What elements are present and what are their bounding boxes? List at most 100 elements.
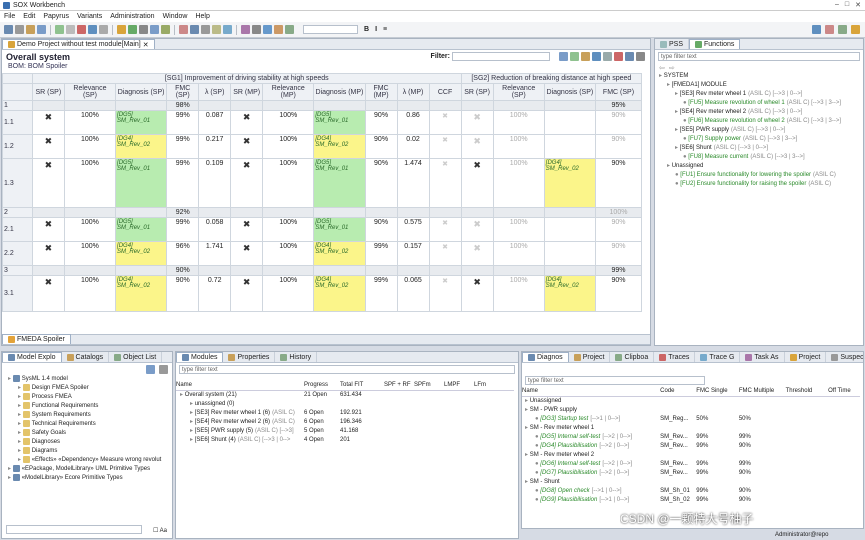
model-tree-item[interactable]: ▸ Safety Goals <box>8 429 172 438</box>
expand-icon[interactable]: ▸ <box>18 448 23 454</box>
format-I[interactable]: I <box>375 26 377 33</box>
function-tree-item[interactable]: ▸ [SE4] Rev meter wheel 2 (ASIL C) [-->3 … <box>659 108 863 117</box>
minimize-icon[interactable]: – <box>835 1 839 9</box>
perspective-icon[interactable] <box>825 25 834 34</box>
table-row[interactable]: ▸ SM - Rev meter wheel 2 <box>522 450 860 459</box>
collapse-icon[interactable] <box>159 364 168 374</box>
sr-sp-cell[interactable]: ✖ <box>31 134 65 159</box>
lambda-sp-cell[interactable]: 0.087 <box>198 110 232 135</box>
model-tree-item[interactable]: ▸ Diagnoses <box>8 438 172 447</box>
relevance-sp-cell[interactable]: 100% <box>63 275 117 312</box>
relevance-mp-cell[interactable]: 100% <box>262 241 315 266</box>
diagnosis-sp2-cell[interactable] <box>543 217 596 242</box>
view-icon[interactable] <box>559 52 568 61</box>
ccf-cell[interactable]: ✖ <box>428 275 462 312</box>
tab-trace-g[interactable]: Trace G <box>695 352 741 362</box>
table-row[interactable]: ● [DG4] Plausibilisation [-->2 | 0-->] SM_… <box>522 441 860 450</box>
column-header[interactable]: Name <box>176 380 304 391</box>
diagnosis-filter-input[interactable]: type filter text <box>525 376 705 385</box>
model-tree-item[interactable]: ▸ System Requirements <box>8 411 172 420</box>
model-tree-item[interactable]: ▸ Design FMEA Spoiler <box>8 384 172 393</box>
model-tree-item[interactable]: ▸ «ModelLibrary» Ecore Primitive Types <box>8 474 172 483</box>
table-row[interactable]: 2 92% 100% <box>2 207 643 218</box>
tab-history[interactable]: History <box>275 352 318 362</box>
tab-project[interactable]: Project <box>785 352 827 362</box>
tab-properties[interactable]: Properties <box>223 352 276 362</box>
table-row[interactable]: ▸ SM - Shunt <box>522 477 860 486</box>
function-tree-item[interactable]: ▸ Unassigned <box>659 162 863 171</box>
ccf-cell[interactable]: ✖ <box>428 110 462 135</box>
tab-editor[interactable]: Demo Project without test module[Main] ✕ <box>2 39 155 49</box>
expand-icon[interactable]: ▸ <box>18 403 23 409</box>
fmc-sp-cell[interactable]: 90% <box>166 275 200 312</box>
menu-variants[interactable]: Variants <box>77 13 102 20</box>
fmc-sp2-cell[interactable]: 90% <box>594 158 643 208</box>
sr-sp2-cell[interactable]: ✖ <box>460 134 494 159</box>
fmc-sp-cell[interactable]: 99% <box>166 158 200 208</box>
toolbar-icon[interactable] <box>161 25 170 34</box>
relevance-sp-cell[interactable]: 100% <box>63 134 117 159</box>
expand-icon[interactable]: ▸ <box>8 466 13 472</box>
table-row[interactable]: 1.2 ✖ 100% [DG4] SM_Rev_02 99% 0.217 ✖ 100% [DG4]… <box>2 134 643 159</box>
toolbar-icon[interactable] <box>190 25 199 34</box>
column-header[interactable]: FMC (SP) <box>166 83 200 101</box>
function-tree-item[interactable]: ● [FU1] Ensure functionality for lowerin… <box>659 171 863 180</box>
table-row[interactable]: 2.2 ✖ 100% [DG4] SM_Rev_02 96% 1.741 ✖ 100% [DG4]… <box>2 241 643 266</box>
functions-filter-input[interactable]: type filter text <box>658 52 860 61</box>
expand-icon[interactable]: ▸ <box>18 457 23 463</box>
relevance-sp2-cell[interactable]: 100% <box>492 110 545 135</box>
fmc-mp-cell[interactable]: 99% <box>364 275 398 312</box>
layout-icon[interactable] <box>636 52 645 61</box>
fmc-mp-cell[interactable]: 90% <box>364 134 398 159</box>
expand-icon[interactable]: ▸ <box>18 439 23 445</box>
link-icon[interactable] <box>146 364 155 374</box>
fmc-sp-cell[interactable]: 99% <box>166 110 200 135</box>
toolbar-icon[interactable] <box>99 25 108 34</box>
format-B[interactable]: B <box>364 26 369 33</box>
sr-sp-cell[interactable]: ✖ <box>31 241 65 266</box>
toolbar-icon[interactable] <box>223 25 232 34</box>
toolbar-icon[interactable] <box>66 25 75 34</box>
fmc-mp-cell[interactable]: 90% <box>364 158 398 208</box>
back-icon[interactable]: ⇦ <box>659 64 665 72</box>
toolbar-icon[interactable] <box>128 25 137 34</box>
column-header[interactable]: Diagnosis (SP) <box>115 83 168 101</box>
column-header[interactable]: LFm <box>474 380 514 391</box>
relevance-sp2-cell[interactable]: 100% <box>492 134 545 159</box>
fmc-sp-cell[interactable]: 99% <box>166 217 200 242</box>
table-row[interactable]: ▸ [SE6] Shunt (4) (ASIL C) [-->3 | 0--> 4 … <box>176 435 514 444</box>
ccf-cell[interactable]: ✖ <box>428 134 462 159</box>
modules-filter-input[interactable]: type filter text <box>179 365 515 374</box>
column-header[interactable]: Relevance (SP) <box>63 83 117 101</box>
column-header[interactable]: Progress <box>304 380 340 391</box>
model-tree-item[interactable]: ▸ Diagrams <box>8 447 172 456</box>
toolbar-icon[interactable] <box>15 25 24 34</box>
sr-sp-cell[interactable]: ✖ <box>31 275 65 312</box>
expand-icon[interactable]: ▸ <box>18 412 23 418</box>
diagnosis-cell[interactable]: [DG5] SM_Rev_01 <box>313 158 366 208</box>
relevance-sp2-cell[interactable]: 100% <box>492 275 545 312</box>
column-header[interactable]: Total FIT <box>340 380 384 391</box>
ccf-cell[interactable]: ✖ <box>428 158 462 208</box>
ccf-cell[interactable]: ✖ <box>428 217 462 242</box>
column-header[interactable]: λ (MP) <box>396 83 430 101</box>
tab-traces[interactable]: Traces <box>654 352 696 362</box>
column-header[interactable]: Threshold <box>785 386 829 397</box>
expand-icon[interactable]: ▸ <box>18 430 23 436</box>
diagnosis-cell[interactable]: [DG4] SM_Rev_02 <box>115 241 168 266</box>
table-row[interactable]: ● [DG8] Open check [-->1 | 0-->] SM_Sh_01 9… <box>522 486 860 495</box>
relevance-sp2-cell[interactable]: 100% <box>492 217 545 242</box>
lambda-mp-cell[interactable]: 0.86 <box>396 110 430 135</box>
font-size-combo[interactable] <box>303 25 358 34</box>
relevance-mp-cell[interactable]: 100% <box>262 134 315 159</box>
relevance-mp-cell[interactable]: 100% <box>262 275 315 312</box>
column-header[interactable]: CCF <box>428 83 462 101</box>
model-tree-item[interactable]: ▸ «Effects» «Dependency» Measure wrong r… <box>8 456 172 465</box>
toolbar-icon[interactable] <box>150 25 159 34</box>
diagnosis-sp2-cell[interactable] <box>543 134 596 159</box>
tab-fmeda-spoiler[interactable]: FMEDA Spoiler <box>2 334 71 344</box>
model-search-input[interactable] <box>6 525 142 534</box>
table-row[interactable]: ● [DG7] Plausibilisation [-->2 | 0-->] SM_… <box>522 468 860 477</box>
diagnosis-cell[interactable]: [DG5] SM_Rev_01 <box>115 217 168 242</box>
sr-sp-cell[interactable]: ✖ <box>31 158 65 208</box>
